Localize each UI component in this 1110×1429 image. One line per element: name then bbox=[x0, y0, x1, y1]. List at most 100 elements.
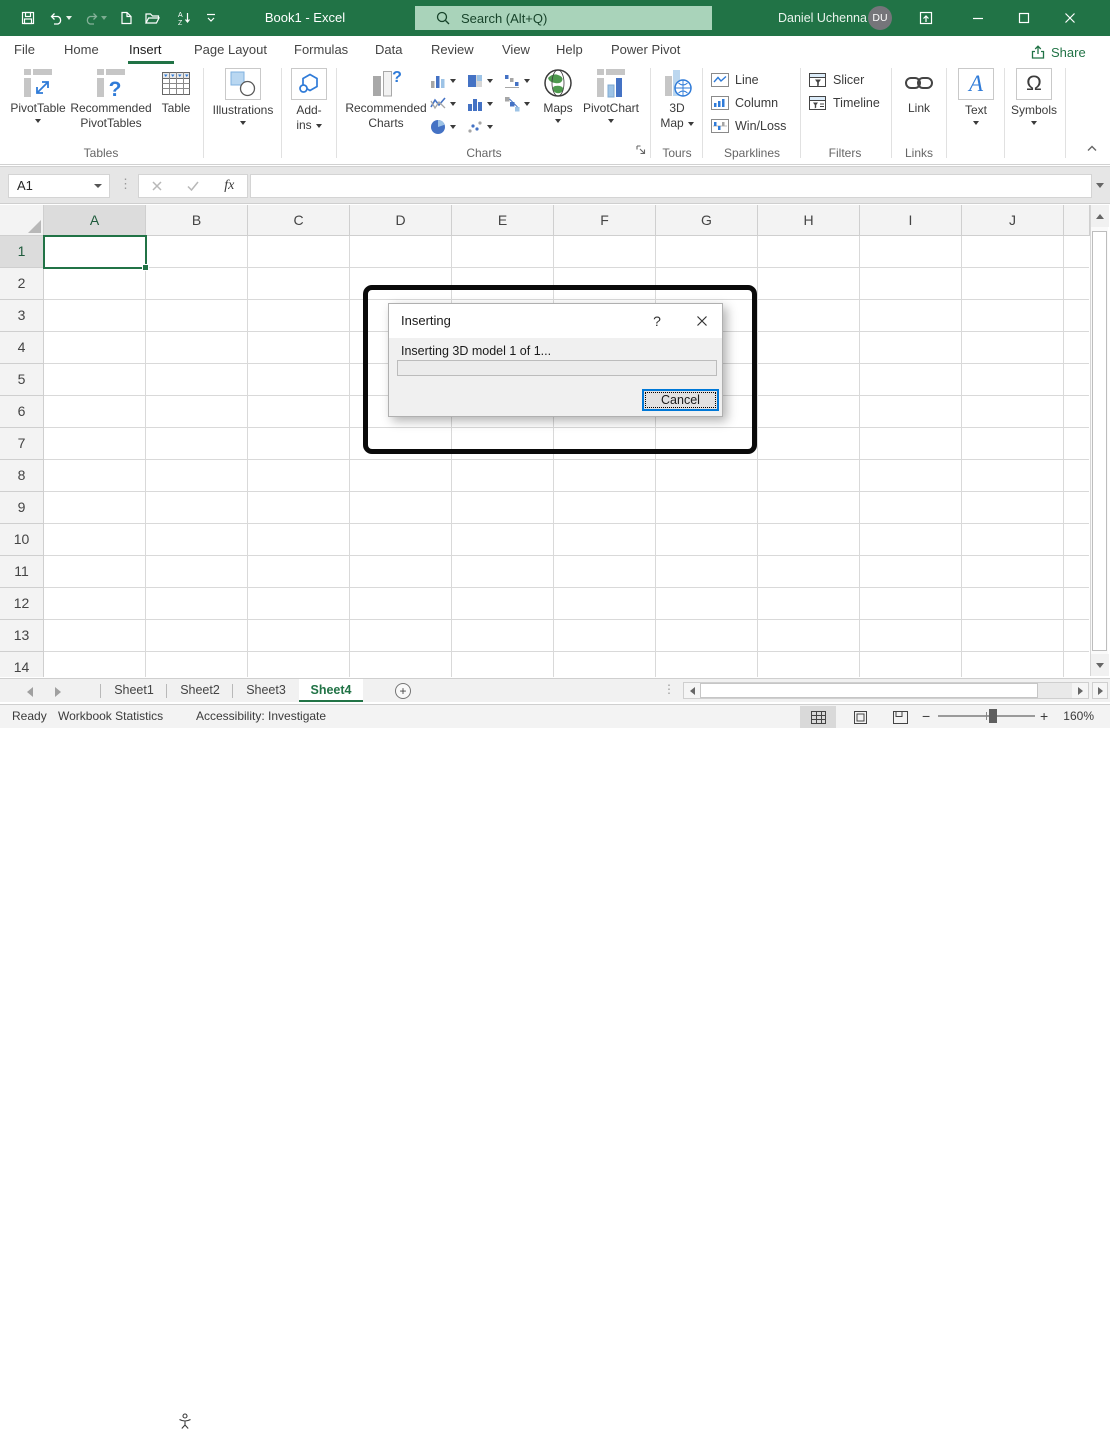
charts-dialog-launcher-icon[interactable] bbox=[635, 144, 647, 156]
sheet-tab-sheet3[interactable]: Sheet3 bbox=[234, 679, 298, 702]
recommended-pivottables-button[interactable]: ? Recommended PivotTables bbox=[71, 68, 151, 146]
ribbon-display-options-button[interactable] bbox=[904, 0, 948, 36]
open-folder-icon[interactable] bbox=[144, 10, 161, 26]
row-header-3[interactable]: 3 bbox=[0, 300, 44, 332]
zoom-out-button[interactable]: − bbox=[922, 705, 930, 728]
column-header-partial[interactable] bbox=[1064, 205, 1090, 236]
scroll-left-button[interactable] bbox=[684, 683, 700, 698]
insert-hierarchy-chart-button[interactable] bbox=[467, 72, 493, 90]
sparkline-line-button[interactable]: Line bbox=[711, 71, 759, 89]
normal-view-button[interactable] bbox=[800, 706, 836, 728]
row-header-11[interactable]: 11 bbox=[0, 556, 44, 588]
tab-insert[interactable]: Insert bbox=[129, 36, 162, 64]
column-header-i[interactable]: I bbox=[860, 205, 962, 236]
collapse-ribbon-icon[interactable] bbox=[1086, 144, 1098, 152]
sheet-nav-prev-button[interactable] bbox=[27, 687, 33, 697]
column-header-f[interactable]: F bbox=[554, 205, 656, 236]
tab-formulas[interactable]: Formulas bbox=[294, 36, 348, 64]
sheet-nav-next-button[interactable] bbox=[55, 687, 61, 697]
column-header-a[interactable]: A bbox=[44, 205, 146, 236]
tab-page-layout[interactable]: Page Layout bbox=[194, 36, 267, 64]
horizontal-scrollbar[interactable] bbox=[683, 682, 1089, 699]
zoom-in-button[interactable]: + bbox=[1040, 705, 1048, 728]
scrollbar-corner-button[interactable] bbox=[1092, 682, 1108, 699]
insert-pie-chart-button[interactable] bbox=[430, 118, 456, 136]
timeline-button[interactable]: Timeline bbox=[809, 94, 880, 112]
dialog-cancel-button[interactable]: Cancel bbox=[642, 389, 719, 411]
column-header-j[interactable]: J bbox=[962, 205, 1064, 236]
3d-map-button[interactable]: 3D Map bbox=[654, 68, 700, 146]
scroll-right-button[interactable] bbox=[1072, 683, 1088, 698]
column-header-h[interactable]: H bbox=[758, 205, 860, 236]
selected-cell-a1[interactable] bbox=[43, 235, 147, 269]
scroll-down-button[interactable] bbox=[1091, 654, 1109, 676]
customize-toolbar-icon[interactable] bbox=[204, 13, 218, 24]
insert-function-icon[interactable]: fx bbox=[224, 178, 234, 194]
avatar[interactable]: DU bbox=[868, 6, 892, 30]
tab-help[interactable]: Help bbox=[556, 36, 583, 64]
row-header-2[interactable]: 2 bbox=[0, 268, 44, 300]
undo-dropdown-chevron-icon[interactable] bbox=[66, 16, 72, 20]
tab-home[interactable]: Home bbox=[64, 36, 99, 64]
row-header-7[interactable]: 7 bbox=[0, 428, 44, 460]
row-header-9[interactable]: 9 bbox=[0, 492, 44, 524]
tab-view[interactable]: View bbox=[502, 36, 530, 64]
formula-input[interactable] bbox=[250, 174, 1092, 198]
dialog-title-bar[interactable]: Inserting ? bbox=[389, 304, 722, 338]
tab-power-pivot[interactable]: Power Pivot bbox=[611, 36, 680, 64]
sheet-tab-sheet2[interactable]: Sheet2 bbox=[168, 679, 232, 702]
tab-data[interactable]: Data bbox=[375, 36, 402, 64]
expand-formula-bar-icon[interactable] bbox=[1096, 183, 1104, 188]
minimize-button[interactable] bbox=[956, 0, 1000, 36]
new-sheet-button[interactable]: + bbox=[395, 683, 411, 699]
sparkline-column-button[interactable]: Column bbox=[711, 94, 778, 112]
scroll-up-button[interactable] bbox=[1091, 205, 1109, 227]
dialog-help-button[interactable]: ? bbox=[644, 304, 670, 338]
column-header-e[interactable]: E bbox=[452, 205, 554, 236]
pivottable-button[interactable]: PivotTable bbox=[5, 68, 71, 146]
accessibility-status-button[interactable]: Accessibility: Investigate bbox=[196, 705, 326, 728]
maps-button[interactable]: Maps bbox=[536, 68, 580, 146]
page-layout-view-button[interactable] bbox=[842, 706, 878, 728]
illustrations-button[interactable]: Illustrations bbox=[207, 68, 279, 146]
sheet-tab-sheet4[interactable]: Sheet4 bbox=[299, 679, 363, 702]
new-file-icon[interactable] bbox=[118, 10, 134, 26]
row-header-12[interactable]: 12 bbox=[0, 588, 44, 620]
insert-column-chart-button[interactable] bbox=[430, 72, 456, 90]
insert-waterfall-chart-button[interactable] bbox=[504, 72, 530, 90]
column-header-b[interactable]: B bbox=[146, 205, 248, 236]
name-box-chevron-icon[interactable] bbox=[94, 184, 102, 188]
zoom-level[interactable]: 160% bbox=[1058, 705, 1094, 728]
row-header-6[interactable]: 6 bbox=[0, 396, 44, 428]
select-all-corner[interactable] bbox=[0, 205, 44, 236]
sparkline-winloss-button[interactable]: Win/Loss bbox=[711, 117, 786, 135]
vertical-scrollbar-thumb[interactable] bbox=[1092, 231, 1107, 651]
table-button[interactable]: Table bbox=[152, 68, 200, 146]
row-header-10[interactable]: 10 bbox=[0, 524, 44, 556]
save-icon[interactable] bbox=[20, 10, 36, 26]
symbols-button[interactable]: Ω Symbols bbox=[1006, 68, 1062, 146]
row-header-13[interactable]: 13 bbox=[0, 620, 44, 652]
recommended-charts-button[interactable]: ? Recommended Charts bbox=[342, 68, 430, 146]
insert-statistic-chart-button[interactable] bbox=[467, 95, 493, 113]
row-header-8[interactable]: 8 bbox=[0, 460, 44, 492]
undo-icon[interactable] bbox=[48, 10, 64, 26]
tab-review[interactable]: Review bbox=[431, 36, 474, 64]
search-box[interactable]: Search (Alt+Q) bbox=[415, 6, 712, 30]
column-header-g[interactable]: G bbox=[656, 205, 758, 236]
user-name[interactable]: Daniel Uchenna bbox=[778, 0, 867, 36]
pivotchart-button[interactable]: PivotChart bbox=[580, 68, 642, 146]
insert-scatter-chart-button[interactable] bbox=[467, 118, 493, 136]
text-button[interactable]: A Text bbox=[950, 68, 1002, 146]
slicer-button[interactable]: Slicer bbox=[809, 71, 864, 89]
maximize-button[interactable] bbox=[1002, 0, 1046, 36]
share-button[interactable]: Share bbox=[1030, 40, 1086, 64]
close-button[interactable] bbox=[1048, 0, 1092, 36]
workbook-statistics-button[interactable]: Workbook Statistics bbox=[58, 705, 163, 728]
horizontal-scrollbar-thumb[interactable] bbox=[700, 683, 1038, 698]
insert-combo-chart-button[interactable] bbox=[504, 95, 530, 113]
row-header-14[interactable]: 14 bbox=[0, 652, 44, 677]
row-header-1[interactable]: 1 bbox=[0, 236, 44, 268]
fill-handle[interactable] bbox=[142, 264, 149, 271]
sheet-tab-sheet1[interactable]: Sheet1 bbox=[102, 679, 166, 702]
